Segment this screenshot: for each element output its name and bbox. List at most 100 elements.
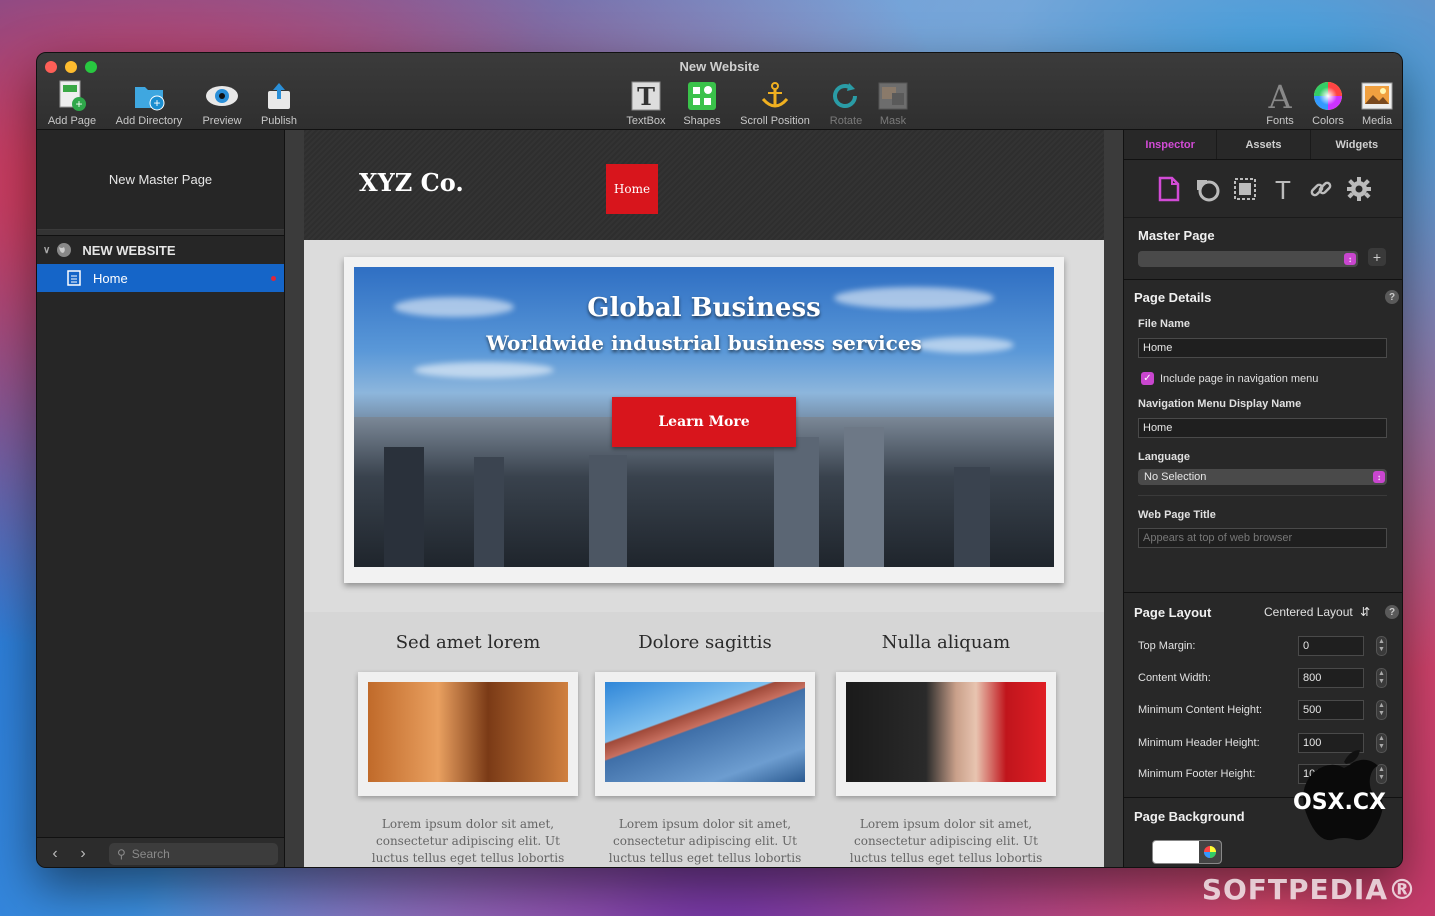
media-icon: [1360, 79, 1394, 113]
hero-frame[interactable]: Global Business Worldwide industrial bus…: [344, 257, 1064, 583]
hero-title[interactable]: Global Business: [354, 293, 1054, 323]
globe-icon: [56, 242, 72, 258]
layout-field-row: Minimum Content Height: 500 ▲ ▼: [1138, 700, 1388, 720]
divider: [1124, 592, 1402, 593]
app-window: New Website + Add Page + Add Directory P…: [36, 52, 1403, 868]
unsaved-indicator: [271, 275, 276, 281]
select-arrows-icon: ↕: [1373, 471, 1385, 483]
include-nav-label[interactable]: Include page in navigation menu: [1160, 373, 1318, 385]
back-button[interactable]: ‹: [43, 844, 67, 864]
column-title[interactable]: Nulla aliquam: [835, 632, 1057, 672]
hero-image[interactable]: Global Business Worldwide industrial bus…: [354, 267, 1054, 567]
site-header[interactable]: XYZ Co. Home: [304, 130, 1104, 240]
add-master-page-button[interactable]: +: [1368, 248, 1386, 266]
shape-inspector-icon[interactable]: [1194, 176, 1220, 202]
web-page[interactable]: XYZ Co. Home Global Business Worldwide i…: [304, 130, 1104, 867]
link-inspector-icon[interactable]: [1308, 176, 1334, 202]
language-select[interactable]: No Selection ↕: [1138, 469, 1387, 485]
shapes-icon: [685, 79, 719, 113]
column-image-frame[interactable]: [358, 672, 578, 796]
textbox-icon: T: [629, 79, 663, 113]
eye-icon: [205, 79, 239, 113]
forward-button[interactable]: ›: [71, 844, 95, 864]
column-text[interactable]: Lorem ipsum dolor sit amet, consectetur …: [357, 816, 579, 867]
site-logo[interactable]: XYZ Co.: [359, 168, 464, 197]
color-wheel-icon: [1199, 841, 1221, 863]
background-color-well[interactable]: [1152, 840, 1222, 864]
layout-field-label: Top Margin:: [1138, 640, 1196, 652]
anchor-icon: [758, 79, 792, 113]
tab-assets[interactable]: Assets: [1217, 130, 1311, 159]
sidebar-footer: ‹ › ⚲ Search: [37, 837, 284, 867]
search-input[interactable]: ⚲ Search: [109, 842, 278, 865]
column-image-frame[interactable]: [836, 672, 1056, 796]
tablet-image[interactable]: [846, 682, 1046, 782]
learn-more-button[interactable]: Learn More: [612, 397, 796, 447]
svg-text:+: +: [153, 96, 160, 110]
web-page-title-field[interactable]: Appears at top of web browser: [1138, 528, 1387, 548]
column-title[interactable]: Dolore sagittis: [594, 632, 816, 672]
scroll-position-button[interactable]: Scroll Position: [735, 79, 815, 127]
shapes-button[interactable]: Shapes: [662, 79, 742, 127]
master-page-select[interactable]: ↕: [1138, 251, 1358, 267]
layout-inspector-icon[interactable]: [1232, 176, 1258, 202]
content-section: Sed amet lorem Lorem ipsum dolor sit ame…: [304, 612, 1104, 867]
page-canvas[interactable]: XYZ Co. Home Global Business Worldwide i…: [285, 130, 1123, 867]
disclosure-chevron-icon[interactable]: ∨: [43, 245, 50, 256]
page-layout-heading: Page Layout: [1134, 605, 1212, 620]
page-layout-value: Centered Layout: [1264, 605, 1353, 619]
sidebar-item-label: Home: [93, 270, 128, 286]
mask-button[interactable]: Mask: [853, 79, 933, 127]
page-background-heading: Page Background: [1134, 809, 1245, 824]
column-title[interactable]: Sed amet lorem: [357, 632, 579, 672]
building: [774, 437, 819, 567]
pencils-image[interactable]: [368, 682, 568, 782]
upload-icon: [262, 79, 296, 113]
file-name-field[interactable]: Home: [1138, 338, 1387, 358]
add-folder-icon: +: [132, 79, 166, 113]
column-image-frame[interactable]: [595, 672, 815, 796]
top-margin-input[interactable]: 0: [1298, 636, 1364, 656]
content-column: Dolore sagittis Lorem ipsum dolor sit am…: [594, 612, 816, 867]
master-page-label: New Master Page: [108, 172, 213, 187]
hero-subtitle[interactable]: Worldwide industrial business services: [354, 331, 1054, 355]
layout-field-label: Minimum Content Height:: [1138, 704, 1263, 716]
content-width-stepper[interactable]: ▲ ▼: [1376, 668, 1387, 688]
publish-button[interactable]: Publish: [239, 79, 319, 127]
page-inspector-icon[interactable]: [1156, 176, 1182, 202]
top-margin-stepper[interactable]: ▲ ▼: [1376, 636, 1387, 656]
content-column: Nulla aliquam Lorem ipsum dolor sit amet…: [835, 612, 1057, 867]
nav-display-name-field[interactable]: Home: [1138, 418, 1387, 438]
add-page-button[interactable]: + Add Page: [37, 79, 112, 127]
tab-widgets[interactable]: Widgets: [1311, 130, 1402, 159]
svg-text:T: T: [1275, 176, 1291, 202]
search-placeholder: Search: [131, 846, 170, 861]
layout-field-label: Minimum Footer Height:: [1138, 768, 1256, 780]
tab-inspector[interactable]: Inspector: [1124, 130, 1218, 159]
column-text[interactable]: Lorem ipsum dolor sit amet, consectetur …: [594, 816, 816, 867]
nav-display-name-label: Navigation Menu Display Name: [1138, 398, 1302, 410]
media-button[interactable]: Media: [1337, 79, 1402, 127]
building: [589, 455, 627, 567]
add-directory-button[interactable]: + Add Directory: [109, 79, 189, 127]
min-content-height-stepper[interactable]: ▲ ▼: [1376, 700, 1387, 720]
text-inspector-icon[interactable]: T: [1270, 176, 1296, 202]
master-page-item[interactable]: New Master Page: [37, 130, 284, 230]
help-icon[interactable]: ?: [1385, 290, 1399, 304]
gear-icon[interactable]: [1346, 176, 1372, 202]
include-nav-checkbox[interactable]: ✓: [1141, 372, 1154, 385]
column-text[interactable]: Lorem ipsum dolor sit amet, consectetur …: [835, 816, 1057, 867]
web-page-title-label: Web Page Title: [1138, 509, 1216, 521]
svg-text:+: +: [75, 97, 82, 111]
min-content-height-input[interactable]: 500: [1298, 700, 1364, 720]
page-layout-select[interactable]: Centered Layout ⇵: [1264, 605, 1370, 619]
sidebar-item-home[interactable]: Home: [37, 264, 284, 292]
page-details-heading: Page Details: [1134, 290, 1212, 305]
osx-badge-logo: OSX.CX: [1290, 748, 1398, 848]
help-icon[interactable]: ?: [1385, 605, 1399, 619]
building-image[interactable]: [605, 682, 805, 782]
site-nav-home[interactable]: Home: [606, 164, 658, 214]
content-width-input[interactable]: 800: [1298, 668, 1364, 688]
site-tree-root[interactable]: ∨ NEW WEBSITE: [37, 236, 284, 264]
layout-field-label: Minimum Header Height:: [1138, 737, 1260, 749]
